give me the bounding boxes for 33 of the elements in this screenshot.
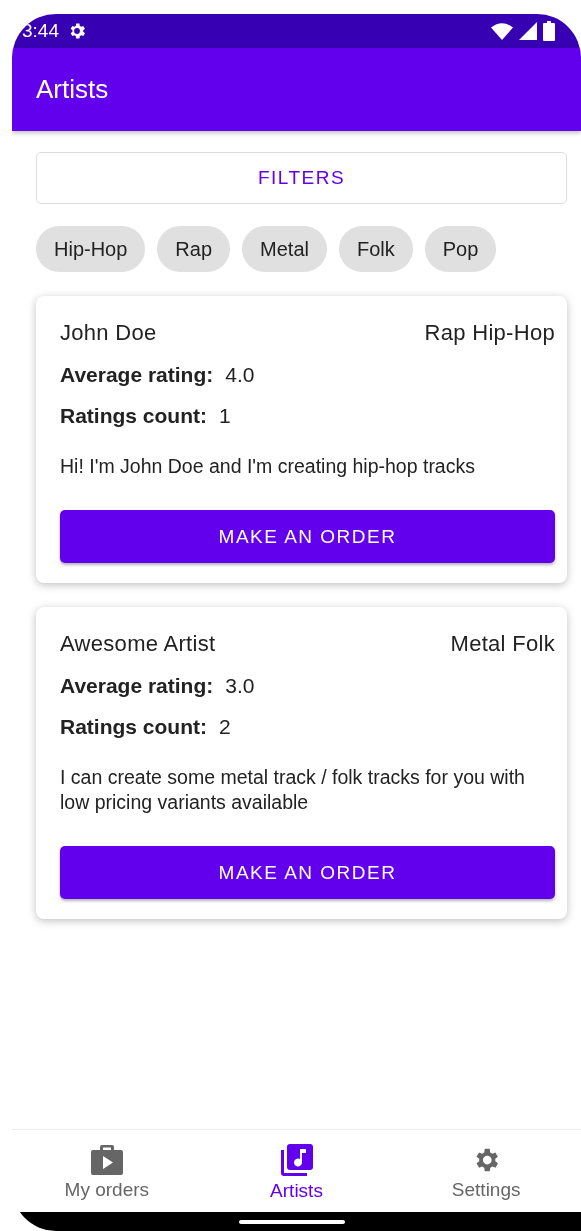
signal-icon <box>519 22 537 40</box>
ratings-count-value: 2 <box>219 715 231 739</box>
briefcase-play-icon <box>90 1144 123 1175</box>
artist-description: I can create some metal track / folk tracks for you with low pricing variants available <box>60 765 526 815</box>
genre-chip[interactable]: Rap <box>157 226 231 272</box>
status-time: 3:44 <box>22 20 59 42</box>
artist-description: Hi! I'm John Doe and I'm creating hip-hop tracks <box>60 454 476 479</box>
genre-chip[interactable]: Hip-Hop <box>36 226 146 272</box>
artist-genres: Metal Folk <box>450 631 555 657</box>
genre-chip[interactable]: Pop <box>424 226 497 272</box>
app-bar-title: Artists <box>36 74 109 105</box>
music-library-icon <box>280 1143 313 1176</box>
ratings-count-label: Ratings count: <box>60 715 207 739</box>
artist-name: Awesome Artist <box>60 631 216 657</box>
filters-button[interactable]: FILTERS <box>36 152 567 204</box>
artist-name: John Doe <box>60 320 157 346</box>
rating-label: Average rating: <box>60 363 214 387</box>
make-order-button[interactable]: MAKE AN ORDER <box>60 510 555 563</box>
nav-tab[interactable]: Settings <box>391 1130 581 1212</box>
rating-label: Average rating: <box>60 674 214 698</box>
genre-chip[interactable]: Metal <box>242 226 327 272</box>
nav-tab[interactable]: My orders <box>12 1130 202 1212</box>
rating-value: 3.0 <box>225 674 255 698</box>
artist-genres: Rap Hip-Hop <box>424 320 555 346</box>
battery-icon <box>543 21 555 41</box>
nav-tab[interactable]: Artists <box>201 1130 392 1212</box>
rating-value: 4.0 <box>225 363 255 387</box>
ratings-count-value: 1 <box>219 404 231 428</box>
make-order-button[interactable]: MAKE AN ORDER <box>60 846 555 899</box>
ratings-count-label: Ratings count: <box>60 404 207 428</box>
genre-chip[interactable]: Folk <box>338 226 413 272</box>
gesture-handle[interactable] <box>238 1219 345 1224</box>
wifi-icon <box>491 22 513 40</box>
